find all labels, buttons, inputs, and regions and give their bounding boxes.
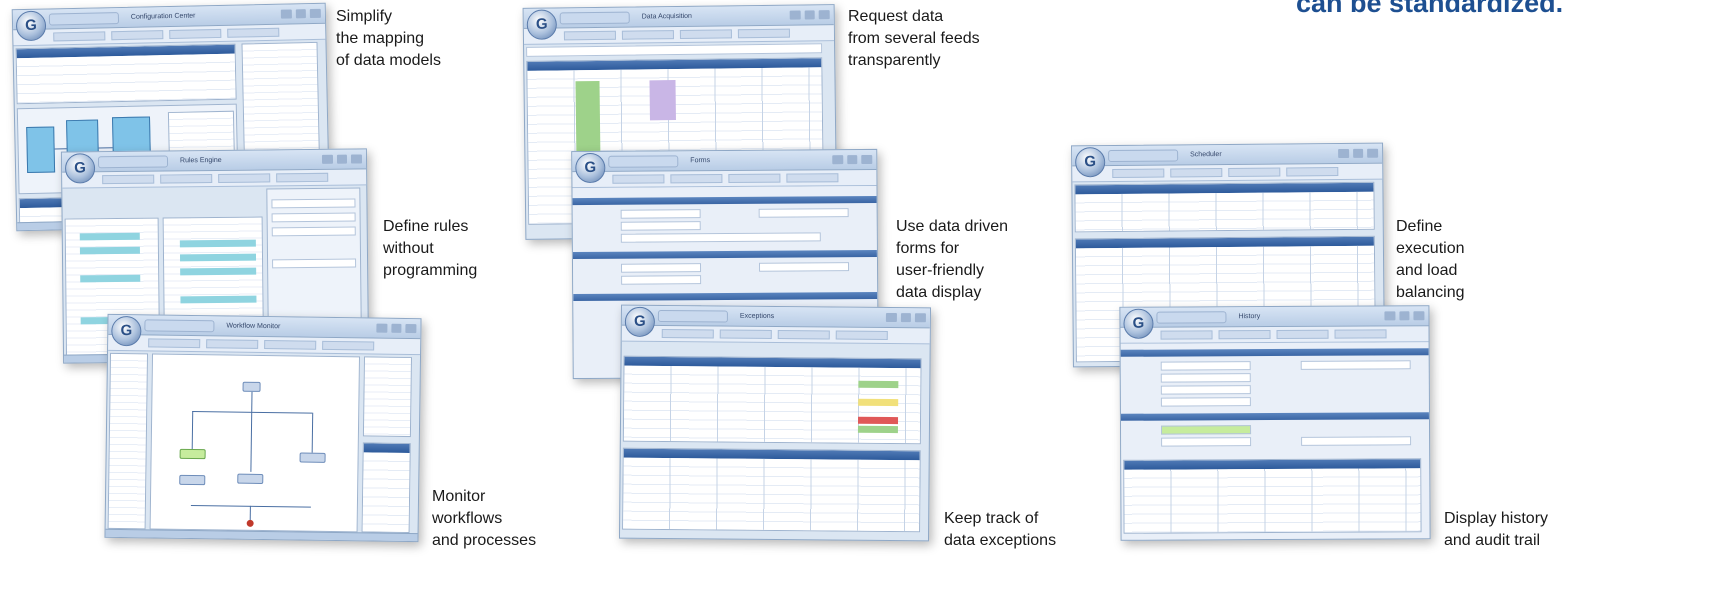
status-cell [575, 80, 601, 152]
window-controls[interactable] [280, 8, 321, 19]
workflow-properties [361, 442, 411, 534]
window-titlebar: G Rules Engine [61, 149, 367, 184]
window-title: Exceptions [739, 312, 775, 320]
caption-mapping: Simplify the mapping of data models [336, 8, 441, 69]
quick-access-toolbar[interactable] [1108, 149, 1179, 163]
window-controls[interactable] [1338, 148, 1379, 159]
schedule-grid[interactable] [1074, 181, 1375, 233]
app-logo-icon[interactable]: G [575, 152, 606, 184]
window-titlebar: G Data Acquisition [523, 5, 834, 40]
caption-balancing: Define execution and load balancing [1396, 218, 1465, 301]
window-title: Data Acquisition [641, 12, 692, 21]
quick-access-toolbar[interactable] [97, 155, 169, 169]
caption-monitor: Monitor workflows and processes [432, 488, 537, 549]
task-node[interactable] [179, 448, 206, 460]
quick-access-toolbar[interactable] [657, 309, 728, 323]
workflow-window: G Workflow Monitor [104, 313, 422, 543]
status-cell [857, 416, 899, 425]
headline: can be standardized. [1296, 0, 1564, 18]
exceptions-window: G Exceptions [618, 304, 932, 542]
window-titlebar: G History [1120, 306, 1429, 339]
exception-details-grid[interactable] [622, 447, 921, 533]
window-title: Scheduler [1190, 151, 1222, 159]
window-controls[interactable] [1384, 311, 1425, 321]
history-window: G History [1119, 305, 1431, 541]
window-titlebar: G Scheduler [1072, 143, 1383, 178]
window-title: History [1238, 313, 1261, 321]
model-tree-panel [15, 43, 237, 105]
quick-access-toolbar[interactable] [608, 155, 679, 168]
window-title: Configuration Center [130, 12, 196, 21]
window-controls[interactable] [376, 323, 417, 334]
window-titlebar: G Forms [572, 149, 877, 184]
quick-access-toolbar[interactable] [144, 319, 215, 333]
exceptions-grid[interactable] [622, 355, 922, 445]
task-node[interactable] [237, 473, 264, 485]
window-controls[interactable] [885, 312, 926, 323]
app-logo-icon[interactable]: G [1123, 308, 1154, 339]
quick-access-toolbar[interactable] [48, 12, 120, 26]
app-logo-icon[interactable]: G [526, 9, 557, 40]
filter-bar[interactable] [526, 43, 823, 57]
window-controls[interactable] [321, 154, 363, 164]
window-controls[interactable] [789, 10, 830, 20]
window-title: Workflow Monitor [226, 322, 281, 331]
caption-history: Display history and audit trail [1444, 510, 1549, 549]
status-cell [857, 425, 898, 434]
activity-tree[interactable] [362, 356, 413, 438]
task-node[interactable] [179, 474, 206, 486]
window-titlebar: G Exceptions [621, 305, 931, 337]
app-logo-icon[interactable]: G [624, 306, 656, 337]
source-entity-box[interactable] [26, 126, 56, 174]
process-list[interactable] [107, 352, 149, 530]
end-node-icon[interactable] [246, 519, 254, 527]
status-cell [858, 380, 899, 389]
workflow-diagram[interactable] [149, 353, 361, 533]
app-logo-icon[interactable]: G [64, 153, 96, 184]
ribbon-tabs[interactable] [1120, 326, 1429, 344]
window-controls[interactable] [832, 154, 873, 165]
start-node[interactable] [242, 381, 261, 392]
quick-access-toolbar[interactable] [1156, 311, 1227, 324]
caption-request: Request data from several feeds transpar… [848, 8, 980, 69]
caption-forms: Use data driven forms for user-friendly … [896, 218, 1009, 301]
audit-trail-grid[interactable] [1123, 458, 1422, 534]
caption-exceptions: Keep track of data exceptions [944, 510, 1057, 549]
quick-access-toolbar[interactable] [559, 11, 630, 25]
window-title: Rules Engine [179, 156, 222, 165]
caption-rules: Define rules without programming [383, 218, 478, 279]
task-node[interactable] [299, 452, 326, 463]
app-logo-icon[interactable]: G [1075, 147, 1106, 178]
highlight-cell [649, 80, 676, 121]
window-title: Forms [690, 157, 711, 165]
status-cell [858, 398, 899, 407]
